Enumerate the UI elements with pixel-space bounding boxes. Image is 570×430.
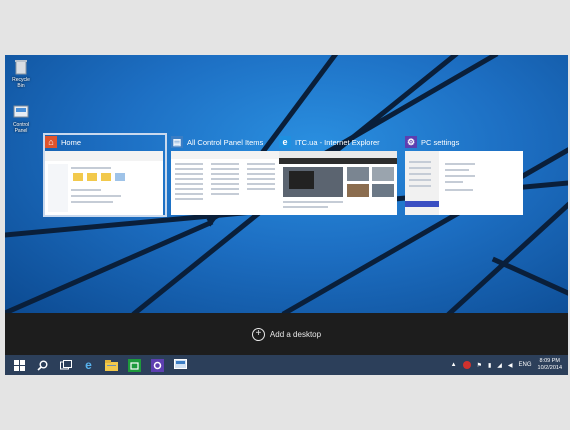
task-view-window-internet-explorer[interactable]: e ITC.ua - Internet Explorer <box>279 135 399 215</box>
desktop-icon-recycle-bin[interactable]: Recycle Bin <box>9 58 33 89</box>
window-title: PC settings <box>421 137 460 147</box>
window-thumbnail <box>405 151 523 215</box>
taskbar: e ▲ ⚑ ▮ ◢ ◀ ENG 8:09 PM 10/2/2014 <box>5 355 568 375</box>
task-view-window-home[interactable]: ⌂ Home <box>43 133 167 217</box>
gear-icon: ⚙ <box>405 136 417 148</box>
window-thumbnail <box>171 151 289 215</box>
clock[interactable]: 8:09 PM 10/2/2014 <box>538 358 562 372</box>
add-desktop-button[interactable]: + Add a desktop <box>5 313 568 355</box>
window-title-bar: ⚙ PC settings <box>405 135 525 149</box>
desktop-icon-label: Recycle Bin <box>12 77 30 89</box>
app-notification-icon[interactable] <box>462 361 471 369</box>
battery-icon[interactable]: ▮ <box>488 362 491 369</box>
folder-home-icon: ⌂ <box>45 136 57 148</box>
screen: Recycle Bin Control Panel ⌂ Home ▤ All C… <box>5 55 568 375</box>
control-panel-icon: ▤ <box>171 136 183 148</box>
window-title-bar: e ITC.ua - Internet Explorer <box>279 135 399 149</box>
desktop-icon-label: Control Panel <box>12 122 30 134</box>
window-title-bar: ⌂ Home <box>45 135 165 149</box>
window-title-bar: ▤ All Control Panel Items <box>171 135 291 149</box>
recycle-bin-icon <box>12 58 30 76</box>
control-panel-icon <box>12 103 30 121</box>
chevron-up-icon[interactable]: ▲ <box>451 362 457 368</box>
add-desktop-label: Add a desktop <box>269 329 322 339</box>
search-icon[interactable] <box>34 357 51 374</box>
file-explorer-icon[interactable] <box>103 357 120 374</box>
internet-explorer-icon: e <box>279 136 291 148</box>
desktop-icon-control-panel[interactable]: Control Panel <box>9 103 33 134</box>
clock-time: 8:09 PM <box>539 358 560 364</box>
task-view-window-control-panel[interactable]: ▤ All Control Panel Items <box>171 135 291 215</box>
language-indicator[interactable]: ENG <box>519 362 532 368</box>
start-icon[interactable] <box>11 357 28 374</box>
window-title: ITC.ua - Internet Explorer <box>295 137 380 147</box>
window-thumbnail <box>45 151 163 215</box>
task-view-window-pc-settings[interactable]: ⚙ PC settings <box>405 135 525 215</box>
internet-explorer-icon[interactable]: e <box>80 357 97 374</box>
plus-icon: + <box>251 327 265 341</box>
window-title: All Control Panel Items <box>187 137 264 147</box>
flag-icon[interactable]: ⚑ <box>477 362 482 369</box>
system-tray: ▲ ⚑ ▮ ◢ ◀ ENG 8:09 PM 10/2/2014 <box>445 355 562 375</box>
desktop: Recycle Bin Control Panel ⌂ Home ▤ All C… <box>5 55 568 313</box>
network-icon[interactable]: ◢ <box>497 362 502 369</box>
task-view-icon[interactable] <box>57 357 74 374</box>
store-icon[interactable] <box>126 357 143 374</box>
volume-icon[interactable]: ◀ <box>508 362 513 369</box>
window-thumbnail <box>279 151 397 215</box>
settings-icon[interactable] <box>149 357 166 374</box>
window-title: Home <box>61 137 82 147</box>
control-panel-icon[interactable] <box>172 357 189 374</box>
clock-date: 10/2/2014 <box>537 365 562 371</box>
